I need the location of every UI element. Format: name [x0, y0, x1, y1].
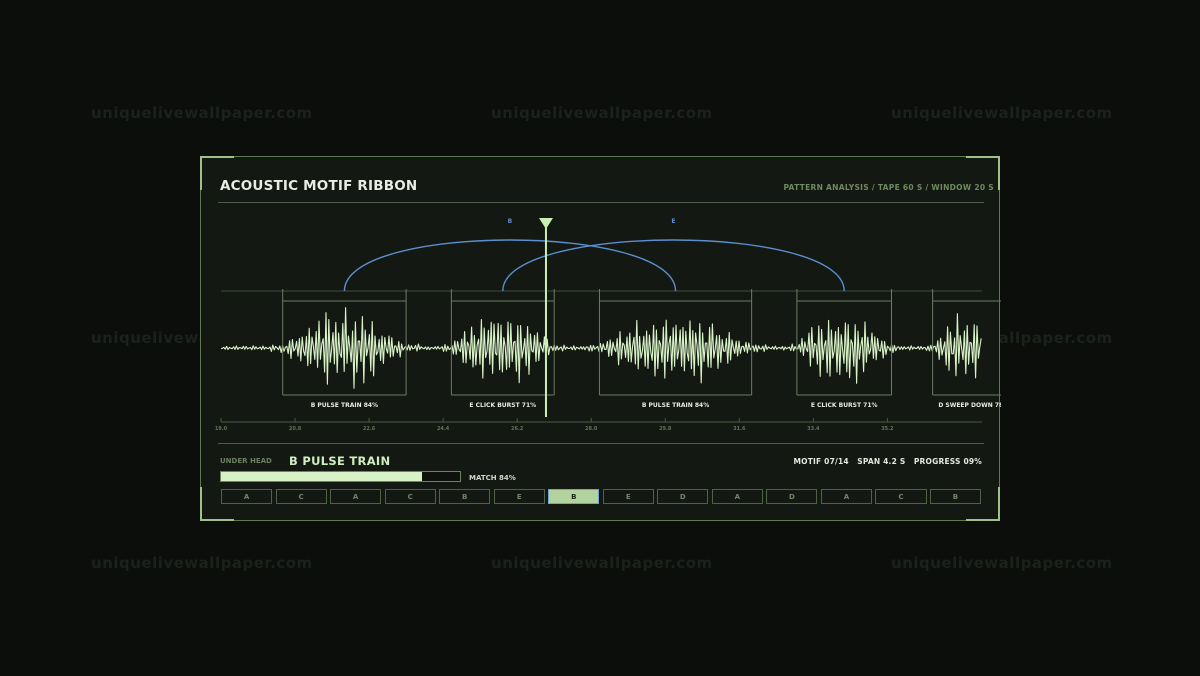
axis-tick-label: 19.0 — [215, 426, 228, 432]
axis-tick-label: 33.4 — [807, 426, 820, 432]
segment-label[interactable]: D SWEEP DOWN 78% — [938, 402, 1001, 409]
watermark: uniquelivewallpaper.com — [891, 554, 1113, 572]
corner-mark — [200, 519, 234, 521]
motif-stats: MOTIF 07/14 SPAN 4.2 S PROGRESS 09% — [793, 457, 982, 466]
axis-tick-label: 24.4 — [437, 426, 450, 432]
sequence-cell[interactable]: C — [384, 489, 436, 504]
sequence-cell[interactable]: A — [711, 489, 763, 504]
sequence-cell[interactable]: B — [548, 489, 600, 504]
span-value: SPAN 4.2 S — [857, 457, 906, 466]
axis-tick-label: 20.8 — [289, 426, 302, 432]
arc-label: B — [508, 218, 513, 225]
axis-tick-label: 28.0 — [585, 426, 598, 432]
motif-ribbon-panel: ACOUSTIC MOTIF RIBBON PATTERN ANALYSIS /… — [200, 156, 1001, 521]
status-divider — [218, 443, 984, 444]
watermark: uniquelivewallpaper.com — [891, 104, 1113, 122]
match-label: MATCH 84% — [469, 474, 516, 482]
sequence-cell[interactable]: D — [657, 489, 709, 504]
axis-tick-label: 26.2 — [511, 426, 524, 432]
segment-label[interactable]: B PULSE TRAIN 84% — [642, 402, 709, 409]
waveform-view[interactable]: B PULSE TRAIN 84% E CLICK BURST 71% B PULS… — [201, 157, 1001, 447]
under-head-label: UNDER HEAD — [220, 457, 272, 465]
motif-link-arc — [343, 239, 677, 292]
sequence-cell[interactable]: E — [493, 489, 545, 504]
sequence-cell[interactable]: C — [275, 489, 327, 504]
watermark: uniquelivewallpaper.com — [491, 104, 713, 122]
sequence-cell[interactable]: E — [602, 489, 654, 504]
axis-tick-label: 29.8 — [659, 426, 672, 432]
corner-mark — [998, 487, 1000, 521]
sequence-cell[interactable]: A — [330, 489, 382, 504]
axis-tick-label: 22.6 — [363, 426, 376, 432]
sequence-cell[interactable]: C — [875, 489, 927, 504]
motif-counter: MOTIF 07/14 — [793, 457, 849, 466]
segment-label[interactable]: E CLICK BURST 71% — [811, 402, 878, 409]
match-bar — [220, 471, 461, 482]
axis-tick-label: 35.2 — [881, 426, 894, 432]
under-head-value: B PULSE TRAIN — [289, 454, 391, 468]
watermark: uniquelivewallpaper.com — [491, 554, 713, 572]
segment-label[interactable]: B PULSE TRAIN 84% — [311, 402, 378, 409]
sequence-cell[interactable]: B — [929, 489, 982, 504]
watermark: uniquelivewallpaper.com — [91, 554, 313, 572]
progress-value: PROGRESS 09% — [913, 457, 982, 466]
sequence-cell[interactable]: D — [766, 489, 818, 504]
watermark: uniquelivewallpaper.com — [91, 104, 313, 122]
sequence-cell[interactable]: A — [820, 489, 872, 504]
corner-mark — [200, 487, 202, 521]
segment-label[interactable]: E CLICK BURST 71% — [469, 402, 536, 409]
match-bar-fill — [221, 472, 422, 481]
axis-tick-label: 31.6 — [733, 426, 746, 432]
arc-label: E — [671, 218, 675, 225]
sequence-cell[interactable]: B — [439, 489, 491, 504]
sequence-cell[interactable]: A — [221, 489, 273, 504]
motif-sequence: ACACBEBEDADACB — [221, 489, 982, 504]
corner-mark — [966, 519, 1000, 521]
waveform-trace — [220, 307, 982, 389]
playhead-marker-icon[interactable] — [538, 218, 553, 229]
